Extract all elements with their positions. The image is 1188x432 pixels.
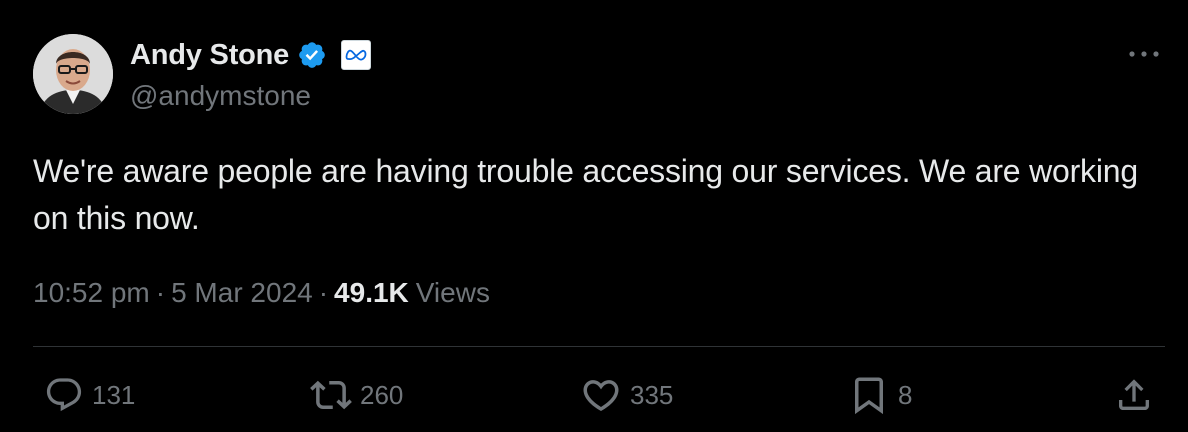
retweet-button[interactable]: 260 — [310, 372, 403, 418]
meta-affiliate-badge-icon[interactable] — [341, 40, 372, 70]
tweet-date[interactable]: 5 Mar 2024 — [171, 277, 313, 309]
tweet-time[interactable]: 10:52 pm — [33, 277, 150, 309]
views-label: Views — [415, 277, 490, 308]
meta-separator: · — [318, 277, 329, 308]
display-name[interactable]: Andy Stone — [130, 39, 289, 72]
bookmark-count: 8 — [898, 379, 913, 410]
reply-button[interactable]: 131 — [44, 372, 135, 418]
reply-icon — [46, 378, 82, 412]
heart-icon — [583, 380, 619, 412]
author-handle[interactable]: @andymstone — [130, 80, 311, 112]
divider — [33, 346, 1165, 347]
reply-count: 131 — [92, 379, 136, 410]
tweet-card: Andy Stone @andymstone We're aware peopl… — [0, 0, 1188, 432]
retweet-icon — [310, 380, 352, 410]
retweet-count: 260 — [360, 379, 404, 410]
bookmark-button[interactable]: 8 — [848, 372, 912, 418]
bookmark-icon — [855, 377, 883, 415]
avatar[interactable] — [33, 34, 113, 114]
meta-separator: · — [155, 277, 166, 308]
avatar-image — [33, 34, 113, 114]
more-dots-icon — [1129, 51, 1159, 57]
like-count: 335 — [630, 379, 674, 410]
tweet-text: We're aware people are having trouble ac… — [33, 153, 1138, 236]
share-icon — [1119, 379, 1149, 410]
share-button[interactable] — [1114, 372, 1154, 418]
verified-badge-icon[interactable] — [297, 40, 327, 70]
more-options-button[interactable] — [1124, 36, 1164, 72]
tweet-meta: 10:52 pm · 5 Mar 2024 · 49.1K Views — [33, 277, 490, 309]
like-button[interactable]: 335 — [580, 372, 673, 418]
views-count[interactable]: 49.1K — [334, 277, 409, 309]
author-name-row: Andy Stone — [130, 36, 372, 74]
